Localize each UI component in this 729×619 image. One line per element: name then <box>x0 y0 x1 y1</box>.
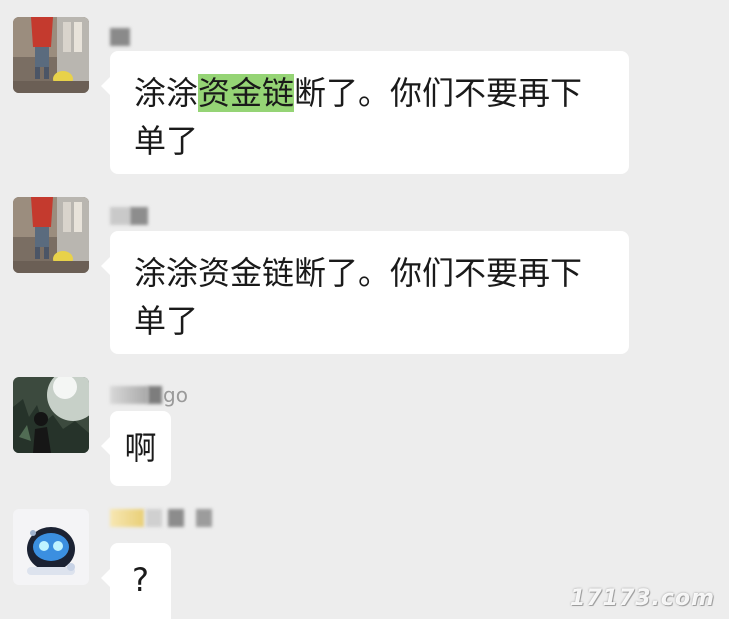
message-bubble[interactable]: 涂涂资金链断了。你们不要再下单了 <box>101 231 629 354</box>
redacted-name <box>168 509 184 527</box>
photo-avatar-icon <box>13 509 89 585</box>
redacted-name <box>148 386 162 404</box>
message-text: 涂涂资金链断了。你们不要再下单了 <box>134 254 583 340</box>
avatar[interactable] <box>13 17 89 93</box>
message-text: ? <box>132 561 149 599</box>
photo-avatar-icon <box>13 197 89 273</box>
watermark-logo: 17173.com <box>570 586 715 611</box>
message-bubble[interactable]: 涂涂资金链断了。你们不要再下单了 <box>101 51 629 174</box>
avatar[interactable] <box>13 509 89 585</box>
sender-name-text: go <box>163 383 188 407</box>
photo-avatar-icon <box>13 17 89 93</box>
sender-name: go <box>110 382 188 408</box>
redacted-name <box>146 509 162 527</box>
redacted-name <box>110 207 130 225</box>
sender-name <box>110 505 212 531</box>
sender-name <box>110 203 148 229</box>
avatar[interactable] <box>13 377 89 453</box>
redacted-name <box>130 207 148 225</box>
redacted-name <box>110 28 130 46</box>
message-bubble[interactable]: ? <box>101 543 171 619</box>
message-text: 啊 <box>124 429 157 467</box>
photo-avatar-icon <box>13 377 89 453</box>
message-text: 涂涂 <box>134 74 199 112</box>
redacted-name <box>196 509 212 527</box>
highlighted-text[interactable]: 资金链 <box>198 74 295 112</box>
sender-name <box>110 24 130 50</box>
message-bubble[interactable]: 啊 <box>101 411 171 486</box>
redacted-name <box>110 386 148 404</box>
redacted-name <box>110 509 144 527</box>
avatar[interactable] <box>13 197 89 273</box>
